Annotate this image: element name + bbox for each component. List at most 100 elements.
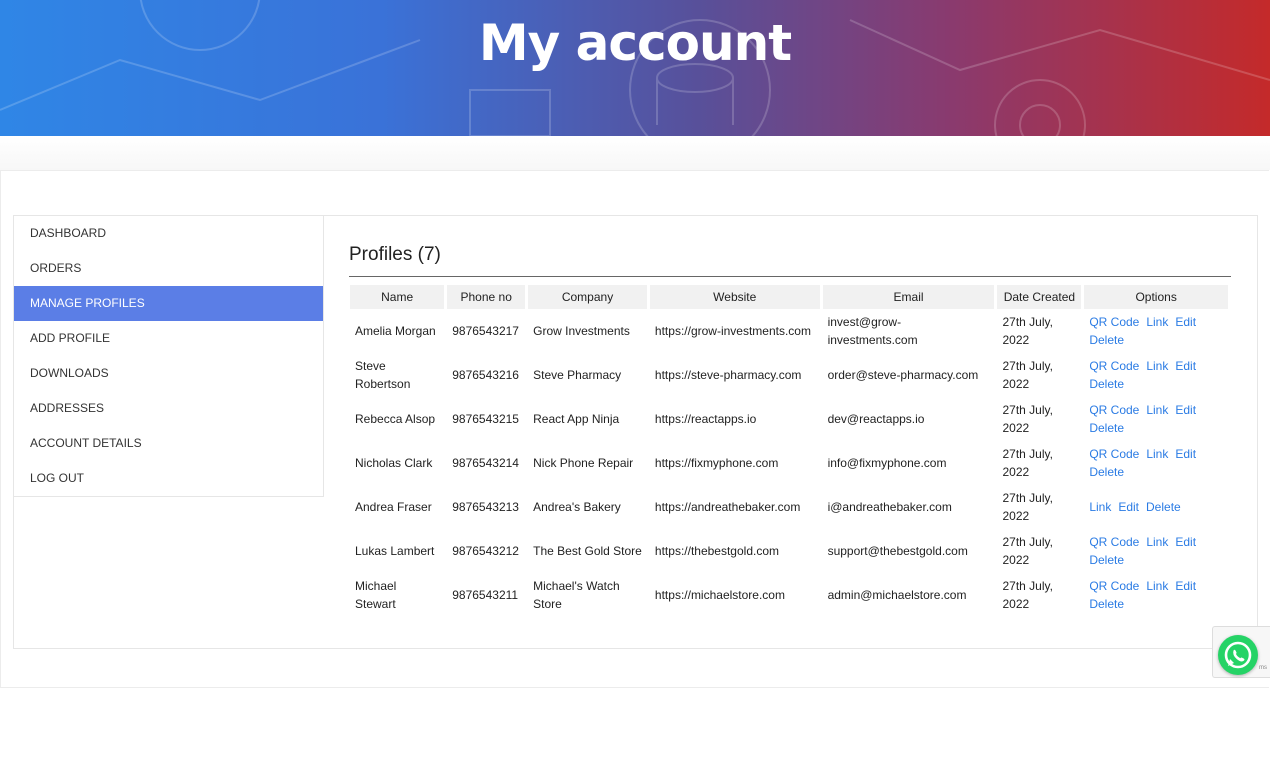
qr-code-link[interactable]: QR Code [1089, 579, 1139, 593]
website-cell: https://steve-pharmacy.com [654, 368, 802, 382]
table-row: Michael Stewart 9876543211 Michael's Watch… [350, 573, 1228, 617]
date-created-cell: 27th July, 2022 [1002, 447, 1053, 479]
name-cell: Nicholas Clark [355, 456, 433, 470]
email-cell: admin@michaelstore.com [827, 588, 967, 602]
email-cell: support@thebestgold.com [827, 544, 968, 558]
column-header-email: Email [822, 285, 995, 309]
website-cell: https://thebestgold.com [654, 544, 779, 558]
options-cell: QR Code Link Edit Delete [1084, 397, 1228, 441]
heading-divider [349, 276, 1231, 277]
qr-code-link[interactable]: QR Code [1089, 535, 1139, 549]
profile-link[interactable]: Link [1146, 359, 1168, 373]
company-cell: Grow Investments [533, 324, 630, 338]
edit-link[interactable]: Edit [1175, 579, 1196, 593]
delete-link[interactable]: Delete [1089, 421, 1124, 435]
profiles-table: Name Phone no Company Website Email Date… [347, 285, 1231, 617]
table-row: Steve Robertson 9876543216 Steve Pharmacy h… [350, 353, 1228, 397]
profile-link[interactable]: Link [1146, 315, 1168, 329]
sidebar-item-addresses[interactable]: ADDRESSES [14, 391, 323, 426]
delete-link[interactable]: Delete [1089, 333, 1124, 347]
company-cell: Steve Pharmacy [533, 368, 622, 382]
column-header-name: Name [350, 285, 445, 309]
website-cell: https://grow-investments.com [654, 324, 811, 338]
column-header-website: Website [649, 285, 820, 309]
column-header-date-created: Date Created [997, 285, 1082, 309]
email-cell: invest@grow-investments.com [827, 315, 918, 347]
company-cell: Michael's Watch Store [533, 579, 620, 611]
column-header-phone: Phone no [447, 285, 526, 309]
qr-code-link[interactable]: QR Code [1089, 447, 1139, 461]
delete-link[interactable]: Delete [1089, 597, 1124, 611]
profile-link[interactable]: Link [1146, 579, 1168, 593]
page-title: My account [478, 14, 792, 72]
qr-code-link[interactable]: QR Code [1089, 359, 1139, 373]
email-cell: order@steve-pharmacy.com [827, 368, 979, 382]
profiles-table-body: Amelia Morgan 9876543217 Grow Investments h… [350, 309, 1228, 617]
phone-cell: 9876543212 [452, 544, 519, 558]
website-cell: https://reactapps.io [654, 412, 757, 426]
profile-link[interactable]: Link [1089, 500, 1111, 514]
qr-code-link[interactable]: QR Code [1089, 315, 1139, 329]
edit-link[interactable]: Edit [1175, 447, 1196, 461]
delete-link[interactable]: Delete [1146, 500, 1181, 514]
phone-cell: 9876543217 [452, 324, 519, 338]
date-created-cell: 27th July, 2022 [1002, 579, 1053, 611]
options-cell: QR Code Link Edit Delete [1084, 573, 1228, 617]
page-header-banner: My account [0, 0, 1270, 136]
table-row: Nicholas Clark 9876543214 Nick Phone Repai… [350, 441, 1228, 485]
column-header-options: Options [1084, 285, 1228, 309]
sidebar-item-downloads[interactable]: DOWNLOADS [14, 356, 323, 391]
company-cell: React App Ninja [533, 412, 620, 426]
profiles-section: Profiles (7) Name Phone no Company Websi… [349, 240, 1231, 617]
edit-link[interactable]: Edit [1175, 403, 1196, 417]
table-header-row: Name Phone no Company Website Email Date… [350, 285, 1228, 309]
table-row: Andrea Fraser 9876543213 Andrea's Bakery ht… [350, 485, 1228, 529]
sidebar-item-manage-profiles[interactable]: MANAGE PROFILES [14, 286, 323, 321]
options-cell: QR Code Link Edit Delete [1084, 353, 1228, 397]
sidebar-item-dashboard[interactable]: DASHBOARD [14, 216, 323, 251]
delete-link[interactable]: Delete [1089, 377, 1124, 391]
name-cell: Amelia Morgan [355, 324, 436, 338]
account-navigation: DASHBOARD ORDERS MANAGE PROFILES ADD PRO… [14, 216, 324, 497]
date-created-cell: 27th July, 2022 [1002, 403, 1053, 435]
date-created-cell: 27th July, 2022 [1002, 315, 1053, 347]
phone-cell: 9876543215 [452, 412, 519, 426]
options-cell: QR Code Link Edit Delete [1084, 441, 1228, 485]
delete-link[interactable]: Delete [1089, 465, 1124, 479]
edit-link[interactable]: Edit [1118, 500, 1139, 514]
edit-link[interactable]: Edit [1175, 535, 1196, 549]
sidebar-item-orders[interactable]: ORDERS [14, 251, 323, 286]
name-cell: Rebecca Alsop [355, 412, 436, 426]
qr-code-link[interactable]: QR Code [1089, 403, 1139, 417]
whatsapp-chat-button[interactable] [1218, 635, 1258, 675]
header-divider [0, 136, 1270, 170]
date-created-cell: 27th July, 2022 [1002, 535, 1053, 567]
phone-cell: 9876543213 [452, 500, 519, 514]
company-cell: Nick Phone Repair [533, 456, 634, 470]
edit-link[interactable]: Edit [1175, 359, 1196, 373]
profile-link[interactable]: Link [1146, 535, 1168, 549]
edit-link[interactable]: Edit [1175, 315, 1196, 329]
website-cell: https://michaelstore.com [654, 588, 785, 602]
name-cell: Michael Stewart [355, 579, 397, 611]
table-row: Lukas Lambert 9876543212 The Best Gold Sto… [350, 529, 1228, 573]
recaptcha-badge[interactable]: ms [1212, 626, 1270, 678]
email-cell: dev@reactapps.io [827, 412, 925, 426]
table-row: Rebecca Alsop 9876543215 React App Ninja ht… [350, 397, 1228, 441]
sidebar-item-account-details[interactable]: ACCOUNT DETAILS [14, 426, 323, 461]
phone-cell: 9876543211 [452, 588, 519, 602]
company-cell: Andrea's Bakery [533, 500, 621, 514]
sidebar-item-log-out[interactable]: LOG OUT [14, 461, 323, 496]
profile-link[interactable]: Link [1146, 447, 1168, 461]
phone-cell: 9876543216 [452, 368, 519, 382]
profile-link[interactable]: Link [1146, 403, 1168, 417]
name-cell: Andrea Fraser [355, 500, 432, 514]
delete-link[interactable]: Delete [1089, 553, 1124, 567]
website-cell: https://andreathebaker.com [654, 500, 801, 514]
whatsapp-icon [1224, 641, 1252, 669]
date-created-cell: 27th July, 2022 [1002, 491, 1053, 523]
email-cell: i@andreathebaker.com [827, 500, 952, 514]
sidebar-item-add-profile[interactable]: ADD PROFILE [14, 321, 323, 356]
recaptcha-terms-text: ms [1259, 665, 1267, 671]
options-cell: QR Code Link Edit Delete [1084, 529, 1228, 573]
